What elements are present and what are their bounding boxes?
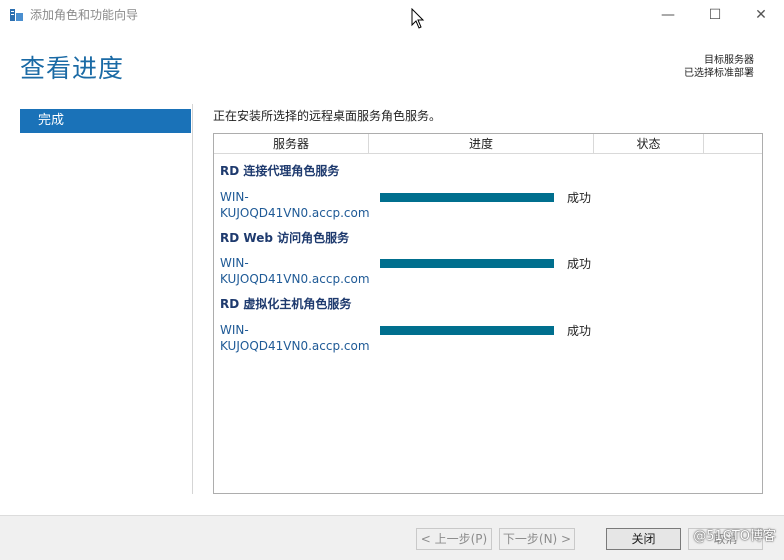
window-title: 添加角色和功能向导 — [30, 8, 139, 22]
progress-table: 服务器 进度 状态 RD 连接代理角色服务 WIN- KUJOQD41VN0.a… — [213, 133, 763, 494]
minimize-icon: — — [661, 7, 675, 23]
maximize-icon: ☐ — [708, 7, 722, 23]
maximize-button[interactable]: ☐ — [692, 0, 738, 30]
progress-bar-fill — [380, 193, 554, 202]
progress-description: 正在安装所选择的远程桌面服务角色服务。 — [213, 109, 442, 123]
server-name-line2: KUJOQD41VN0.accp.com — [220, 206, 370, 220]
nav-divider — [192, 104, 193, 494]
status-text: 成功 — [567, 257, 592, 271]
progress-bar — [380, 259, 554, 268]
next-button[interactable]: 下一步(N) > — [499, 528, 575, 550]
destination-server-heading: 目标服务器 — [704, 55, 754, 66]
server-name-line2: KUJOQD41VN0.accp.com — [220, 339, 370, 353]
status-text: 成功 — [567, 191, 592, 205]
server-name: WIN- KUJOQD41VN0.accp.com — [220, 255, 380, 287]
close-window-button[interactable]: ✕ — [738, 0, 784, 30]
column-header-status[interactable]: 状态 — [594, 134, 704, 154]
destination-server-value: 已选择标准部署 — [684, 68, 754, 79]
progress-bar-fill — [380, 326, 554, 335]
server-name: WIN- KUJOQD41VN0.accp.com — [220, 322, 380, 354]
page-title: 查看进度 — [20, 54, 125, 83]
server-name-line1: WIN- — [220, 190, 249, 204]
minimize-button[interactable]: — — [645, 0, 691, 30]
title-bar: 添加角色和功能向导 — ☐ ✕ — [0, 0, 784, 30]
column-header-progress[interactable]: 进度 — [369, 134, 594, 154]
group-title-web-access: RD Web 访问角色服务 — [220, 231, 350, 245]
column-header-server[interactable]: 服务器 — [214, 134, 369, 154]
watermark: @51CTO博客 — [693, 529, 776, 544]
server-name-line2: KUJOQD41VN0.accp.com — [220, 272, 370, 286]
group-title-virtualization-host: RD 虚拟化主机角色服务 — [220, 297, 352, 311]
footer-bar: < 上一步(P) 下一步(N) > 关闭 取消 — [0, 515, 784, 560]
progress-bar-fill — [380, 259, 554, 268]
close-icon: ✕ — [755, 7, 767, 23]
server-name-line1: WIN- — [220, 323, 249, 337]
close-button[interactable]: 关闭 — [606, 528, 681, 550]
server-name: WIN- KUJOQD41VN0.accp.com — [220, 189, 380, 221]
progress-bar — [380, 193, 554, 202]
status-text: 成功 — [567, 324, 592, 338]
progress-bar — [380, 326, 554, 335]
server-name-line1: WIN- — [220, 256, 249, 270]
column-header-empty — [704, 134, 762, 154]
mouse-cursor-icon — [411, 8, 425, 29]
destination-server-label: 目标服务器 已选择标准部署 — [684, 54, 754, 80]
previous-button[interactable]: < 上一步(P) — [416, 528, 492, 550]
group-title-connection-broker: RD 连接代理角色服务 — [220, 164, 340, 178]
server-manager-icon — [10, 9, 23, 21]
nav-item-complete[interactable]: 完成 — [20, 109, 191, 133]
nav-item-label: 完成 — [38, 113, 65, 128]
